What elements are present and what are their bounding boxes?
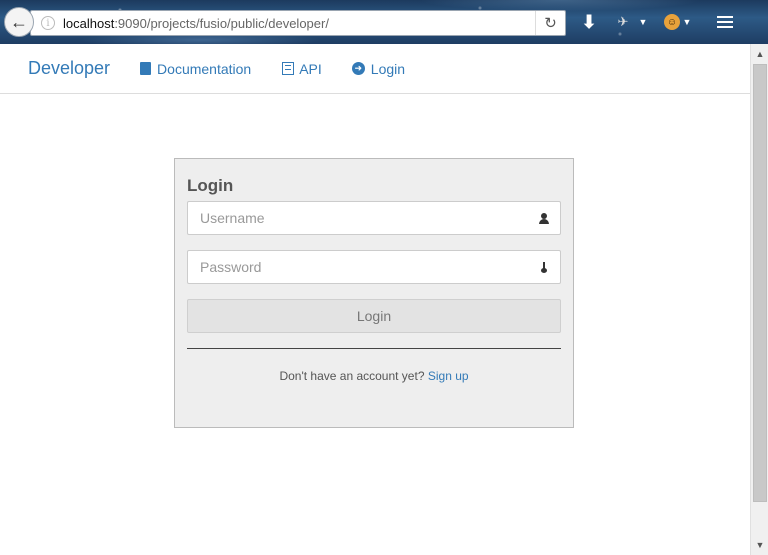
- divider: [187, 348, 561, 349]
- user-icon-wrap: [528, 212, 560, 224]
- nav-login-label: Login: [370, 60, 406, 77]
- scroll-up-icon[interactable]: ▲: [751, 46, 768, 62]
- login-panel: Login Login Don't have an account yet? S…: [174, 158, 574, 428]
- password-input[interactable]: [188, 251, 528, 283]
- download-icon[interactable]: ⬇: [574, 8, 604, 36]
- username-field[interactable]: [187, 201, 561, 235]
- url-path: :9090/projects/fusio/public/developer/: [114, 15, 329, 31]
- nav-login[interactable]: ➜ Login: [351, 60, 406, 77]
- greasemonkey-icon[interactable]: ☺: [664, 14, 680, 30]
- circle-arrow-right-icon: ➜: [351, 62, 365, 75]
- info-icon[interactable]: i: [41, 16, 55, 30]
- top-navbar: Developer Documentation API ➜ Login: [0, 44, 750, 94]
- chevron-down-icon-2[interactable]: ▼: [680, 8, 694, 36]
- login-title: Login: [187, 176, 234, 195]
- nav-api-label: API: [299, 60, 322, 77]
- url-text[interactable]: localhost:9090/projects/fusio/public/dev…: [63, 16, 535, 31]
- scroll-thumb[interactable]: [753, 64, 767, 502]
- chevron-down-icon[interactable]: ▼: [636, 8, 650, 36]
- login-button[interactable]: Login: [187, 299, 561, 333]
- book-icon: [140, 62, 152, 75]
- vertical-scrollbar[interactable]: ▲ ▼: [750, 44, 768, 555]
- satellite-icon[interactable]: ✈: [610, 8, 636, 36]
- browser-toolbar: i localhost:9090/projects/fusio/public/d…: [0, 0, 768, 44]
- signup-prompt-text: Don't have an account yet?: [279, 369, 425, 383]
- signup-link[interactable]: Sign up: [428, 369, 469, 383]
- user-icon: [539, 212, 549, 224]
- username-input[interactable]: [188, 202, 528, 234]
- nav-api[interactable]: API: [282, 61, 322, 77]
- hamburger-menu-icon[interactable]: [714, 8, 736, 36]
- signup-prompt: Don't have an account yet? Sign up: [175, 369, 573, 383]
- key-icon-wrap: [528, 261, 560, 273]
- scroll-down-icon[interactable]: ▼: [751, 537, 768, 553]
- nav-documentation[interactable]: Documentation: [140, 61, 251, 77]
- reload-icon[interactable]: ↻: [535, 11, 565, 35]
- browser-toolbar-icons: ⬇ ✈ ▼ ☺ ▼: [574, 8, 736, 36]
- nav-documentation-label: Documentation: [157, 60, 252, 77]
- list-icon: [282, 62, 295, 75]
- address-bar[interactable]: i localhost:9090/projects/fusio/public/d…: [30, 10, 566, 36]
- url-host: localhost: [63, 15, 115, 31]
- brand-link[interactable]: Developer: [28, 58, 110, 79]
- back-button[interactable]: ←: [4, 7, 34, 37]
- password-field[interactable]: [187, 250, 561, 284]
- key-icon: [541, 261, 547, 273]
